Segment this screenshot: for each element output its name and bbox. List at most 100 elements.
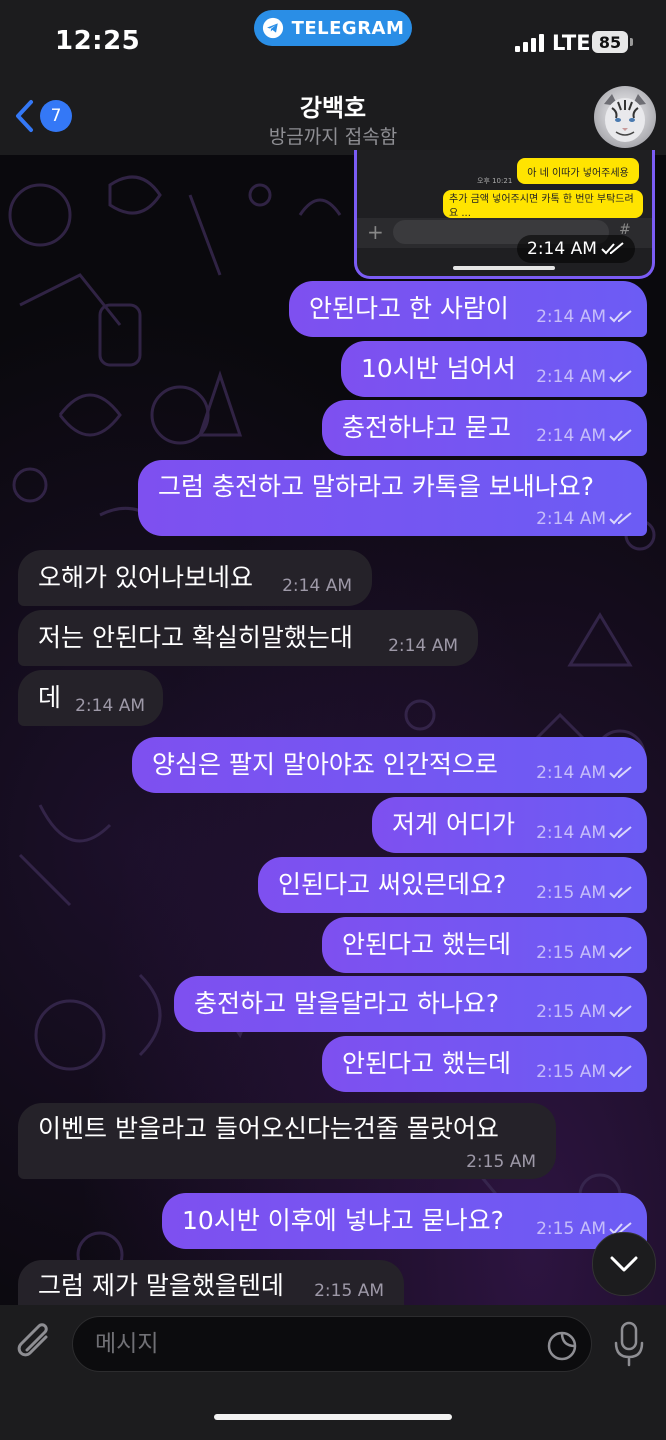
media-time-chip: 2:14 AM [517, 235, 635, 263]
message-time: 2:14 AM [536, 763, 606, 783]
message-bubble-incoming[interactable]: 그럼 제가 말을했을텐데 2:15 AM [18, 1260, 404, 1305]
message-text: 오해가 있어나보네요 [38, 563, 253, 592]
signal-icon [515, 34, 544, 52]
white-tiger-avatar-image [604, 94, 646, 142]
message-input[interactable]: 메시지 [72, 1316, 592, 1372]
message-bubble-outgoing[interactable]: 10시반 이후에 넣냐고 묻나요? 2:15 AM [162, 1193, 647, 1249]
attach-paperclip-icon[interactable] [16, 1323, 56, 1367]
message-bubble-outgoing[interactable]: 안된다고 한 사람이 2:14 AM [289, 281, 647, 337]
message-text: 저게 어디가 [392, 810, 515, 839]
message-meta: 2:15 AM [536, 933, 633, 973]
message-time: 2:14 AM [388, 636, 458, 656]
message-meta: 2:15 AM [536, 992, 633, 1032]
media-home-indicator [453, 266, 555, 270]
message-time: 2:15 AM [466, 1152, 536, 1172]
message-bubble-outgoing[interactable]: 안된다고 했는데 2:15 AM [322, 1036, 647, 1092]
message-text: 양심은 팔지 말아야죠 인간적으로 [152, 750, 498, 779]
media-inner-time: 오후 10:21 [477, 177, 513, 185]
message-time: 2:15 AM [536, 1002, 606, 1022]
media-inner-bubble-1: 아 네 이따가 넣어주세용 [517, 158, 639, 184]
battery-indicator: 85 [592, 31, 628, 53]
message-text: 안된다고 한 사람이 [309, 294, 509, 323]
message-meta: 2:14 AM [536, 813, 633, 853]
message-bubble-outgoing[interactable]: 10시반 넘어서 2:14 AM [341, 341, 647, 397]
message-time: 2:15 AM [536, 1062, 606, 1082]
double-check-icon [609, 946, 632, 959]
message-meta: 2:15 AM [466, 1145, 536, 1179]
home-indicator [214, 1414, 452, 1420]
chevron-down-icon [610, 1256, 638, 1272]
contact-name[interactable]: 강백호 [0, 88, 666, 123]
network-type: LTE [552, 31, 591, 55]
message-meta: 2:14 AM [536, 753, 633, 793]
double-check-icon [609, 886, 632, 899]
message-text: 저는 안된다고 확실히말했는대 [38, 623, 353, 652]
message-time: 2:15 AM [536, 943, 606, 963]
avatar[interactable] [594, 86, 656, 148]
message-meta: 2:15 AM [536, 873, 633, 913]
double-check-icon [609, 512, 632, 525]
double-check-icon [609, 429, 632, 442]
message-bubble-outgoing[interactable]: 충전하냐고 묻고 2:14 AM [322, 400, 647, 456]
message-meta: 2:14 AM [536, 416, 633, 456]
message-bubble-outgoing[interactable]: 충전하고 말을달라고 하나요? 2:15 AM [174, 976, 647, 1032]
telegram-app-pill[interactable]: TELEGRAM [254, 10, 412, 46]
message-time: 2:14 AM [536, 307, 606, 327]
double-check-icon [609, 370, 632, 383]
message-time: 2:14 AM [282, 576, 352, 596]
message-time: 2:14 AM [536, 823, 606, 843]
scroll-to-bottom-button[interactable] [592, 1232, 656, 1296]
message-meta: 2:15 AM [536, 1052, 633, 1092]
message-bubble-outgoing[interactable]: 인된다고 써있믄데요? 2:15 AM [258, 857, 647, 913]
message-time: 2:14 AM [536, 509, 606, 529]
message-time: 2:14 AM [75, 696, 145, 716]
message-text: 안된다고 했는데 [342, 1049, 511, 1078]
message-time: 2:15 AM [536, 1219, 606, 1239]
media-plus-icon: + [367, 220, 384, 244]
message-text: 충전하냐고 묻고 [342, 413, 511, 442]
double-check-icon [601, 242, 624, 255]
telegram-plane-icon [262, 17, 283, 39]
message-bubble-incoming[interactable]: 저는 안된다고 확실히말했는대 2:14 AM [18, 610, 478, 666]
message-meta: 2:14 AM [75, 686, 145, 726]
double-check-icon [609, 826, 632, 839]
message-text: 10시반 넘어서 [361, 354, 516, 383]
message-meta: 2:14 AM [282, 566, 352, 606]
message-meta: 2:14 AM [388, 626, 458, 666]
message-bubble-outgoing[interactable]: 저게 어디가 2:14 AM [372, 797, 647, 853]
media-inner-bubble-2: 추가 금액 넣어주시면 카톡 한 번만 부탁드려요 ... [443, 190, 643, 218]
media-message-screenshot[interactable]: 아 네 이따가 넣어주세용 오후 10:21 추가 금액 넣어주시면 카톡 한 … [354, 150, 655, 279]
chat-header: 7 강백호 방금까지 접속함 [0, 80, 666, 155]
mic-icon[interactable] [612, 1321, 646, 1367]
clock: 12:25 [55, 26, 141, 56]
message-time: 2:15 AM [536, 883, 606, 903]
message-bubble-incoming[interactable]: 이벤트 받을라고 들어오신다는건줄 몰랏어요 2:15 AM [18, 1103, 556, 1179]
media-time: 2:14 AM [527, 239, 597, 259]
message-text: 안된다고 했는데 [342, 930, 511, 959]
message-text: 충전하고 말을달라고 하나요? [194, 989, 500, 1018]
message-input-placeholder: 메시지 [95, 1331, 159, 1357]
message-bubble-outgoing[interactable]: 양심은 팔지 말아야죠 인간적으로 2:14 AM [132, 737, 647, 793]
sticker-icon[interactable] [547, 1331, 577, 1361]
message-text: 10시반 이후에 넣냐고 묻나요? [182, 1206, 504, 1235]
message-meta: 2:14 AM [536, 357, 633, 397]
message-time: 2:14 AM [536, 367, 606, 387]
message-bubble-incoming[interactable]: 데 2:14 AM [18, 670, 163, 726]
contact-last-seen: 방금까지 접속함 [268, 126, 398, 148]
message-text: 인된다고 써있믄데요? [278, 870, 507, 899]
message-text: 이벤트 받을라고 들어오신다는건줄 몰랏어요 [38, 1114, 499, 1143]
double-check-icon [609, 310, 632, 323]
status-bar: 12:25 TELEGRAM LTE 85 [0, 0, 666, 80]
battery-tip [630, 38, 633, 46]
double-check-icon [609, 1065, 632, 1078]
message-meta: 2:14 AM [536, 502, 633, 536]
message-bubble-incoming[interactable]: 오해가 있어나보네요 2:14 AM [18, 550, 372, 606]
message-composer: 메시지 [0, 1305, 666, 1440]
message-bubble-outgoing[interactable]: 그럼 충전하고 말하라고 카톡을 보내나요? 2:14 AM [138, 460, 647, 536]
message-text: 그럼 충전하고 말하라고 카톡을 보내나요? [158, 472, 595, 501]
double-check-icon [609, 1005, 632, 1018]
double-check-icon [609, 766, 632, 779]
message-text: 데 [38, 683, 62, 712]
message-bubble-outgoing[interactable]: 안된다고 했는데 2:15 AM [322, 917, 647, 973]
message-time: 2:14 AM [536, 426, 606, 446]
